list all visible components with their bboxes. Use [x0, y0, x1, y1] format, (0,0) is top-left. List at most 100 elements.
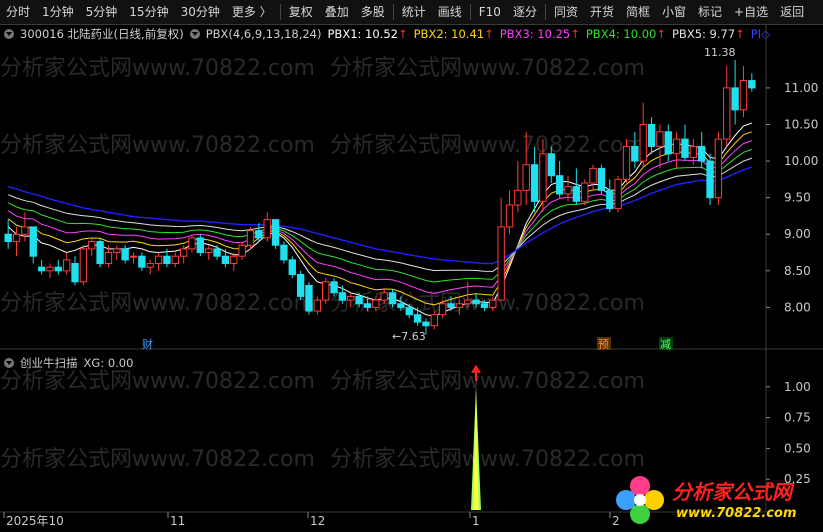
x-tick-label: 11 — [170, 514, 185, 528]
flower-logo-icon — [616, 476, 664, 524]
candle-body — [205, 248, 213, 254]
candle-body — [564, 186, 572, 195]
x-tick-label: 2025年10 — [6, 514, 64, 528]
candle-body — [698, 145, 706, 162]
watermark-text: 分析家公式网www.70822.com — [330, 56, 645, 81]
candle-body — [455, 303, 464, 308]
candle-body — [514, 189, 522, 206]
candle-body — [29, 226, 37, 257]
candle-body — [296, 273, 305, 297]
candle-body — [46, 266, 54, 272]
candle-body — [606, 189, 614, 210]
y-tick-label: 8.00 — [784, 300, 811, 314]
candle-body — [505, 204, 514, 228]
candle-body — [614, 178, 622, 210]
candle-body — [179, 248, 188, 257]
candle-body — [489, 299, 497, 308]
candle-body — [213, 248, 221, 257]
candle-body — [280, 244, 288, 261]
candle-body — [522, 164, 530, 191]
watermark-text: 分析家公式网www.70822.com — [330, 447, 645, 472]
candle-body — [313, 299, 322, 312]
candle-body — [639, 123, 647, 162]
candle-body — [447, 303, 455, 308]
candle-body — [622, 145, 631, 180]
candle-body — [171, 255, 179, 265]
sub-y-tick-label: 0.50 — [784, 441, 811, 455]
candle-body — [96, 241, 104, 265]
candle-body — [62, 259, 71, 272]
watermark-text: 分析家公式网www.70822.com — [0, 447, 315, 472]
candle-body — [121, 248, 129, 261]
candle-body — [664, 131, 672, 155]
candle-body — [647, 123, 656, 147]
marker-yu: 预 — [598, 338, 609, 351]
candle-body — [37, 266, 46, 272]
candle-body — [347, 295, 355, 301]
candle-body — [422, 321, 430, 327]
candle-body — [472, 299, 480, 305]
marker-jian: 减 — [660, 338, 671, 351]
sub-y-tick-label: 0.75 — [784, 411, 811, 425]
marker-cai: 财 — [142, 337, 153, 351]
candle-body — [113, 248, 121, 254]
candle-body — [530, 164, 539, 202]
candle-body — [497, 226, 505, 301]
candle-body — [71, 263, 79, 283]
high-annotation: 11.38 — [704, 46, 736, 59]
candle-body — [739, 80, 748, 111]
candle-body — [689, 145, 698, 158]
candle-body — [355, 295, 363, 305]
candle-body — [271, 219, 280, 246]
watermark-text: 分析家公式网www.70822.com — [0, 369, 315, 394]
candle-body — [221, 255, 230, 265]
candle-body — [305, 284, 313, 312]
logo-url-text: www.70822.com — [676, 506, 797, 521]
candle-body — [464, 299, 472, 305]
y-tick-label: 9.50 — [784, 191, 811, 205]
candle-body — [731, 87, 739, 111]
y-tick-label: 8.50 — [784, 264, 811, 278]
x-tick-label: 1 — [472, 514, 480, 528]
watermark-text: 分析家公式网www.70822.com — [330, 133, 645, 158]
candle-body — [656, 131, 664, 147]
candle-body — [589, 167, 597, 184]
candle-body — [547, 153, 555, 177]
candle-body — [288, 259, 296, 275]
candle-body — [480, 303, 489, 308]
watermark-text: 分析家公式网www.70822.com — [0, 133, 315, 158]
candle-body — [430, 314, 438, 327]
candle-body — [255, 230, 263, 239]
candle-body — [372, 299, 380, 308]
candle-body — [196, 237, 205, 254]
candle-body — [672, 138, 681, 155]
candle-body — [21, 226, 29, 235]
site-logo: 分析家公式网 www.70822.com — [612, 472, 812, 528]
candle-body — [555, 175, 564, 195]
candle-body — [188, 237, 196, 250]
candle-body — [723, 87, 731, 140]
candle-body — [631, 145, 639, 162]
watermark-text: 分析家公式网www.70822.com — [0, 291, 315, 316]
candle-body — [539, 153, 547, 202]
candle-body — [322, 281, 330, 301]
candle-body — [330, 281, 338, 294]
candle-body — [380, 292, 388, 301]
candle-body — [681, 138, 689, 158]
candle-body — [146, 263, 154, 268]
candle-body — [438, 303, 447, 316]
watermark-text: 分析家公式网www.70822.com — [330, 369, 645, 394]
kline-chart[interactable]: 分析家公式网www.70822.com 分析家公式网www.70822.com分析… — [0, 0, 823, 532]
candle-body — [405, 306, 413, 316]
pbx4-line — [7, 148, 752, 283]
candle-body — [138, 255, 146, 268]
candle-body — [12, 233, 21, 243]
x-tick-label: 12 — [310, 514, 325, 528]
candle-body — [4, 233, 12, 243]
y-tick-label: 10.00 — [784, 154, 818, 168]
candle-body — [154, 255, 163, 265]
candle-body — [230, 255, 238, 265]
candle-body — [104, 252, 113, 265]
candle-body — [714, 138, 723, 199]
y-tick-label: 9.00 — [784, 227, 811, 241]
